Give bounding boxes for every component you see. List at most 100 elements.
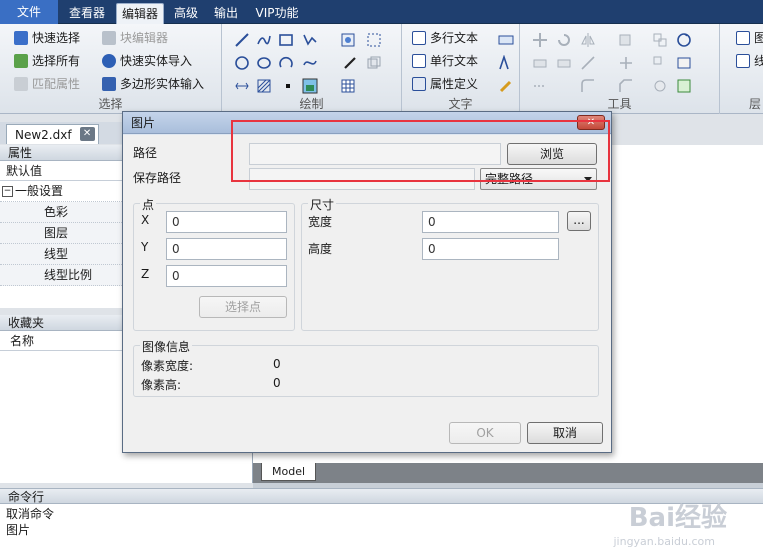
- text-style-icon[interactable]: [498, 32, 514, 48]
- close-icon[interactable]: ✕: [79, 127, 95, 141]
- point-icon[interactable]: [280, 78, 296, 94]
- pencil-icon[interactable]: [498, 78, 514, 94]
- menu-tab-editor[interactable]: 编辑器: [116, 3, 164, 24]
- select-point-button[interactable]: 选择点: [199, 296, 287, 318]
- model-tab[interactable]: Model: [261, 463, 317, 481]
- document-tab-row: New2.dxf ✕: [0, 122, 125, 144]
- close-icon: ✕: [586, 117, 596, 128]
- extend-icon[interactable]: [556, 55, 572, 71]
- fillet-icon[interactable]: [580, 78, 596, 94]
- menu-tab-advanced[interactable]: 高级: [168, 3, 204, 24]
- save-path-mode-select[interactable]: 完整路径: [480, 168, 597, 190]
- height-input[interactable]: 0: [422, 238, 559, 260]
- height-label: 高度: [308, 242, 333, 256]
- selection-frame-icon[interactable]: [366, 32, 382, 48]
- polyline-icon[interactable]: [302, 32, 318, 48]
- y-input[interactable]: 0: [166, 238, 287, 260]
- pen-icon[interactable]: [342, 55, 358, 71]
- line-icon[interactable]: [234, 32, 250, 48]
- more-options-button[interactable]: ...: [567, 211, 591, 231]
- dropdown-arrow-icon: [584, 177, 592, 182]
- ungroup-icon[interactable]: [652, 55, 668, 71]
- group-icon[interactable]: [652, 32, 668, 48]
- polygon-icon: [102, 77, 116, 91]
- quick-entity-import-button[interactable]: 快速实体导入: [102, 51, 192, 71]
- circle-icon[interactable]: [234, 55, 250, 71]
- property-linetype[interactable]: 线型: [0, 244, 124, 265]
- brush-icon: [14, 77, 28, 91]
- array-icon[interactable]: [618, 32, 634, 48]
- offset-icon[interactable]: [532, 78, 548, 94]
- rotate-icon[interactable]: [556, 32, 572, 48]
- dialog-close-button[interactable]: ✕: [577, 115, 605, 130]
- ribbon-group-draw-label: 绘制: [299, 97, 324, 111]
- width-label: 宽度: [308, 215, 333, 229]
- properties-panel-title: 属性: [0, 145, 124, 161]
- image-icon[interactable]: [302, 78, 318, 94]
- single-text-button[interactable]: 单行文本: [412, 51, 478, 71]
- move-icon[interactable]: [532, 32, 548, 48]
- point-group-label: 点: [140, 196, 157, 213]
- trim-icon[interactable]: [532, 55, 548, 71]
- explode-icon[interactable]: [618, 55, 634, 71]
- y-label: Y: [141, 240, 149, 254]
- spline-icon[interactable]: [302, 55, 318, 71]
- block-editor-button[interactable]: 块编辑器: [102, 28, 168, 48]
- properties-combo[interactable]: 默认值: [0, 161, 124, 181]
- width-input[interactable]: 0: [422, 211, 559, 233]
- save-path-input[interactable]: [249, 168, 475, 190]
- attribute-define-button[interactable]: 属性定义: [412, 74, 478, 94]
- arc-icon[interactable]: [278, 55, 294, 71]
- property-layer[interactable]: 图层: [0, 223, 124, 244]
- polygon-entity-input-button[interactable]: 多边形实体输入: [102, 74, 204, 94]
- rectangle-icon[interactable]: [278, 32, 294, 48]
- menu-tab-file[interactable]: 文件: [0, 0, 58, 24]
- mirror-icon[interactable]: [580, 32, 596, 48]
- menu-tab-vip[interactable]: VIP功能: [250, 3, 304, 24]
- chamfer-icon[interactable]: [618, 78, 634, 94]
- copy-frame-icon[interactable]: [366, 55, 382, 71]
- table-icon[interactable]: [340, 78, 356, 94]
- layer-button-1[interactable]: 图: [736, 28, 763, 48]
- z-input[interactable]: 0: [166, 265, 287, 287]
- export-icon[interactable]: [676, 78, 692, 94]
- property-color[interactable]: 色彩: [0, 202, 124, 223]
- text-edit-icon[interactable]: [498, 55, 514, 71]
- measure-icon[interactable]: [652, 78, 668, 94]
- dialog-body: 路径 浏览 保存路径 完整路径 点 X 0 Y 0 Z 0 选择点 尺寸 宽度 …: [123, 135, 611, 452]
- baidu-watermark-url: jingyan.baidu.com: [613, 535, 715, 548]
- mtext-button[interactable]: 多行文本: [412, 28, 478, 48]
- match-properties-button[interactable]: 匹配属性: [14, 74, 80, 94]
- z-label: Z: [141, 267, 150, 281]
- ellipse-icon[interactable]: [256, 55, 272, 71]
- hatch-icon[interactable]: [256, 78, 272, 94]
- layer-button-2[interactable]: 线: [736, 51, 763, 71]
- cancel-button[interactable]: 取消: [527, 422, 603, 444]
- properties-group-general[interactable]: − 一般设置: [0, 181, 124, 202]
- properties-panel: 属性 默认值 − 一般设置 色彩 图层 线型 线型比例: [0, 145, 125, 308]
- freehand-icon[interactable]: [256, 32, 272, 48]
- attribute-icon: [412, 77, 426, 91]
- ok-button[interactable]: OK: [449, 422, 521, 444]
- ribbon-group-tools: 工具: [520, 24, 720, 114]
- browse-button[interactable]: 浏览: [507, 143, 597, 165]
- select-all-button[interactable]: 选择所有: [14, 51, 80, 71]
- collapse-icon[interactable]: −: [2, 186, 13, 197]
- block-insert-icon[interactable]: [340, 32, 356, 48]
- path-input[interactable]: [249, 143, 501, 165]
- quick-select-button[interactable]: 快速选择: [14, 28, 80, 48]
- dimension-icon[interactable]: [234, 78, 250, 94]
- select-all-icon: [14, 54, 28, 68]
- layer-manager-icon[interactable]: [676, 55, 692, 71]
- refresh-icon[interactable]: [676, 32, 692, 48]
- menu-tab-output[interactable]: 输出: [208, 3, 244, 24]
- text-icon: [412, 54, 426, 68]
- path-label: 路径: [133, 146, 158, 160]
- stretch-icon[interactable]: [580, 55, 596, 71]
- document-tab[interactable]: New2.dxf ✕: [6, 124, 99, 144]
- menu-tab-viewer[interactable]: 查看器: [62, 3, 112, 24]
- property-linetype-scale[interactable]: 线型比例: [0, 265, 124, 286]
- size-group-label: 尺寸: [308, 196, 337, 213]
- pixel-width-value: 0: [273, 357, 281, 371]
- x-input[interactable]: 0: [166, 211, 287, 233]
